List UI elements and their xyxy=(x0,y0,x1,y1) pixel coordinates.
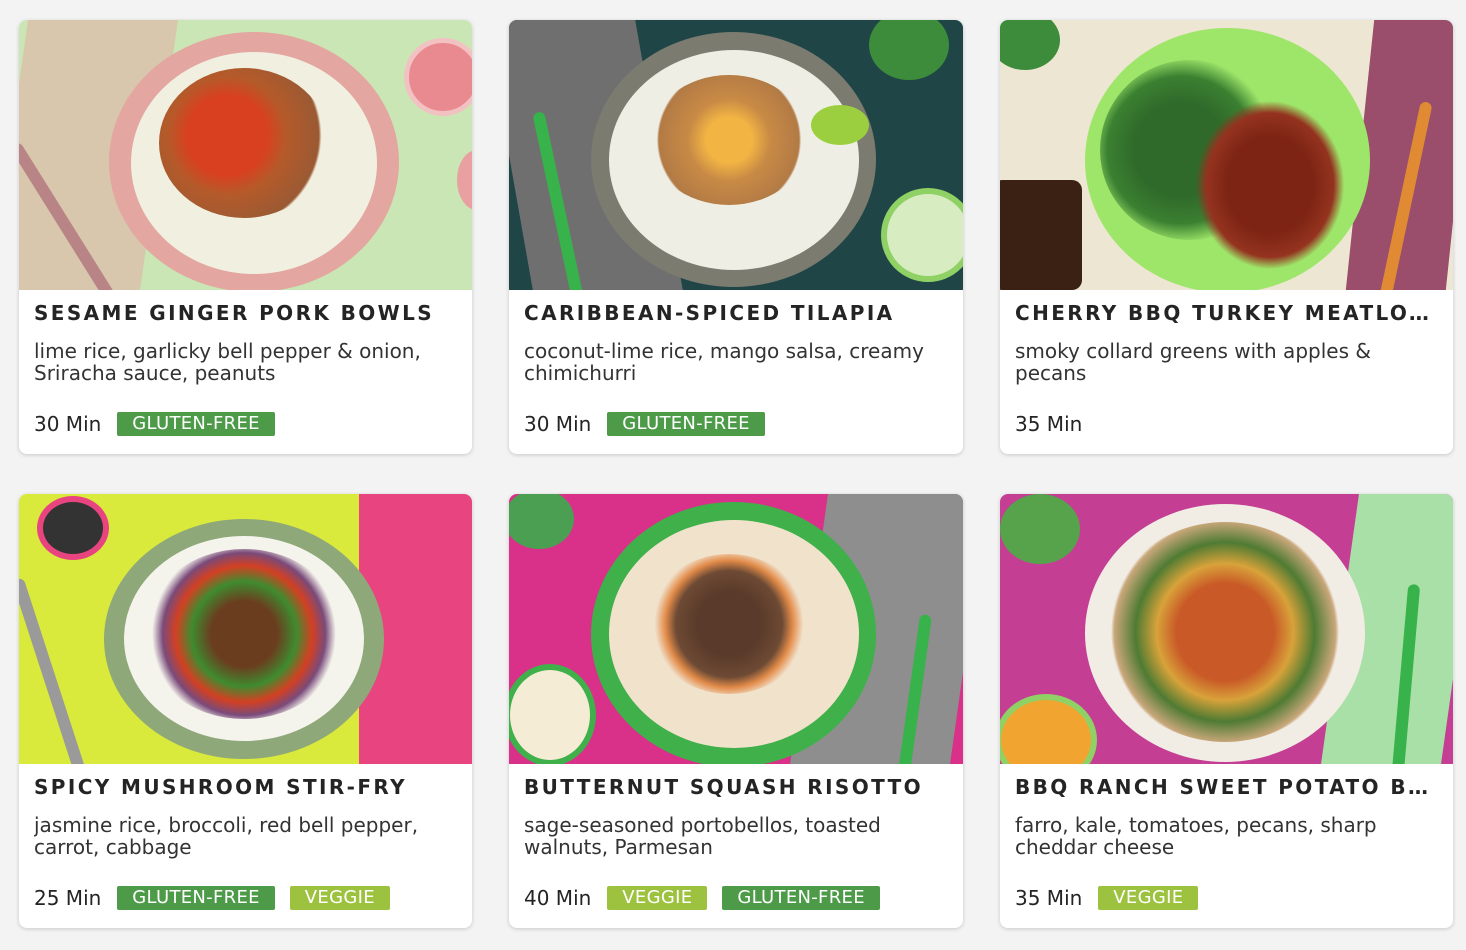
gluten-free-tag: GLUTEN-FREE xyxy=(722,886,880,910)
recipe-description: smoky collard greens with apples & pecan… xyxy=(1015,340,1371,385)
recipe-description: coconut-lime rice, mango salsa, creamy c… xyxy=(524,340,924,385)
lime-wedge-image xyxy=(811,105,869,145)
recipe-title[interactable]: CARIBBEAN-SPICED TILAPIA xyxy=(524,300,948,326)
peanut-ramekin-image xyxy=(404,38,472,116)
recipe-description: lime rice, garlicky bell pepper & onion,… xyxy=(34,340,421,385)
herb-pot-image xyxy=(1000,20,1060,70)
recipe-card[interactable]: BUTTERNUT SQUASH RISOTTO sage-seasoned p… xyxy=(509,494,963,928)
recipe-meta: 35 Min xyxy=(1015,412,1098,436)
recipe-title[interactable]: BBQ RANCH SWEET POTATO BOWLS xyxy=(1015,774,1438,800)
recipe-description: farro, kale, tomatoes, pecans, sharp che… xyxy=(1015,814,1377,859)
cook-time: 40 Min xyxy=(524,886,592,910)
veggie-tag: VEGGIE xyxy=(1098,886,1199,910)
cook-time: 25 Min xyxy=(34,886,102,910)
recipe-meta: 40 Min VEGGIE GLUTEN-FREE xyxy=(524,886,895,910)
recipe-photo[interactable] xyxy=(509,494,963,764)
bbq-sauce-cup-image xyxy=(1000,180,1082,290)
recipe-photo[interactable] xyxy=(1000,494,1453,764)
cook-time: 30 Min xyxy=(34,412,102,436)
recipe-card[interactable]: SPICY MUSHROOM STIR-FRY jasmine rice, br… xyxy=(19,494,472,928)
recipe-photo[interactable] xyxy=(509,20,963,290)
gluten-free-tag: GLUTEN-FREE xyxy=(607,412,765,436)
recipe-description: jasmine rice, broccoli, red bell pepper,… xyxy=(34,814,419,859)
recipe-photo[interactable] xyxy=(19,494,472,764)
portobello-image xyxy=(649,554,809,694)
recipe-title[interactable]: SPICY MUSHROOM STIR-FRY xyxy=(34,774,457,800)
recipe-description: sage-seasoned portobellos, toasted walnu… xyxy=(524,814,881,859)
recipe-meta: 35 Min VEGGIE xyxy=(1015,886,1213,910)
chimichurri-ramekin-image xyxy=(881,188,963,282)
parmesan-ramekin-image xyxy=(509,664,596,764)
recipe-meta: 25 Min GLUTEN-FREE VEGGIE xyxy=(34,886,405,910)
sweet-potato-bowl-image xyxy=(1105,522,1345,742)
recipe-meta: 30 Min GLUTEN-FREE xyxy=(524,412,780,436)
recipe-card[interactable]: SESAME GINGER PORK BOWLS lime rice, garl… xyxy=(19,20,472,454)
recipe-card[interactable]: CARIBBEAN-SPICED TILAPIA coconut-lime ri… xyxy=(509,20,963,454)
chopsticks-image xyxy=(19,577,89,764)
gluten-free-tag: GLUTEN-FREE xyxy=(117,886,275,910)
tilapia-image xyxy=(649,75,809,205)
recipe-meta: 30 Min GLUTEN-FREE xyxy=(34,412,290,436)
pork-topping-image xyxy=(159,68,329,218)
recipe-grid: SESAME GINGER PORK BOWLS lime rice, garl… xyxy=(19,20,1453,928)
meatloaf-image xyxy=(1195,100,1345,270)
recipe-photo[interactable] xyxy=(19,20,472,290)
recipe-photo[interactable] xyxy=(1000,20,1453,290)
gluten-free-tag: GLUTEN-FREE xyxy=(117,412,275,436)
recipe-title[interactable]: CHERRY BBQ TURKEY MEATLOAF xyxy=(1015,300,1438,326)
recipe-title[interactable]: SESAME GINGER PORK BOWLS xyxy=(34,300,457,326)
cook-time: 35 Min xyxy=(1015,886,1083,910)
recipe-card[interactable]: BBQ RANCH SWEET POTATO BOWLS farro, kale… xyxy=(1000,494,1453,928)
cook-time: 35 Min xyxy=(1015,412,1083,436)
herb-pot-image xyxy=(1000,494,1080,564)
veggie-tag: VEGGIE xyxy=(289,886,390,910)
herb-pot-image xyxy=(869,20,949,80)
sauce-ramekin-image xyxy=(457,150,472,210)
recipe-card[interactable]: CHERRY BBQ TURKEY MEATLOAF smoky collard… xyxy=(1000,20,1453,454)
cheddar-ramekin-image xyxy=(1000,694,1097,764)
herb-pot-image xyxy=(509,494,574,549)
veggie-tag: VEGGIE xyxy=(607,886,708,910)
recipe-title[interactable]: BUTTERNUT SQUASH RISOTTO xyxy=(524,774,948,800)
sesame-ramekin-image xyxy=(37,496,109,560)
stir-fry-image xyxy=(144,549,344,719)
cook-time: 30 Min xyxy=(524,412,592,436)
